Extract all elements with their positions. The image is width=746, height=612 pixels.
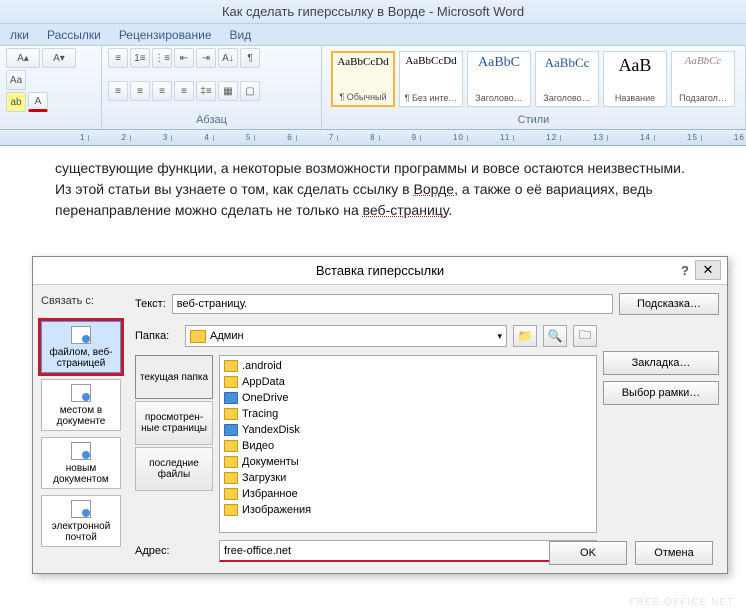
up-folder-icon[interactable]: 📁 (513, 325, 537, 347)
style-heading2[interactable]: AaBbCcЗаголово… (535, 51, 599, 107)
style-subtitle[interactable]: AaBbCcПодзагол… (671, 51, 735, 107)
borders-icon[interactable]: ▢ (240, 81, 260, 101)
folder-icon (224, 408, 238, 420)
yandex-icon (224, 424, 238, 436)
list-item[interactable]: Документы (222, 454, 594, 470)
help-icon[interactable]: ? (681, 263, 689, 278)
folder-icon (224, 504, 238, 516)
list-item[interactable]: .android (222, 358, 594, 374)
list-item[interactable]: Tracing (222, 406, 594, 422)
numbering-icon[interactable]: 1≡ (130, 48, 150, 68)
group-label-styles: Стили (328, 114, 739, 128)
folder-icon (190, 330, 206, 343)
address-input[interactable] (219, 540, 579, 562)
list-item[interactable]: Загрузки (222, 470, 594, 486)
text-label: Текст: (135, 298, 166, 310)
screentip-button[interactable]: Подсказка… (619, 293, 719, 315)
email-icon (71, 500, 91, 518)
list-item[interactable]: OneDrive (222, 390, 594, 406)
target-frame-button[interactable]: Выбор рамки… (603, 381, 719, 405)
list-item[interactable]: YandexDisk (222, 422, 594, 438)
change-case-icon[interactable]: Aa (6, 70, 26, 90)
cancel-button[interactable]: Отмена (635, 541, 713, 565)
folder-icon (224, 376, 238, 388)
ribbon-tab[interactable]: Рассылки (47, 28, 101, 42)
linkto-new-doc[interactable]: новым документом (41, 437, 121, 489)
style-normal[interactable]: AaBbCcDd¶ Обычный (331, 51, 395, 107)
folder-icon (224, 472, 238, 484)
address-label: Адрес: (135, 537, 213, 565)
indent-right-icon[interactable]: ⇥ (196, 48, 216, 68)
folder-icon (224, 488, 238, 500)
browse-recent-files[interactable]: последние файлы (135, 447, 213, 491)
browse-web-icon[interactable]: 🔍 (543, 325, 567, 347)
onedrive-icon (224, 392, 238, 404)
ribbon-tab[interactable]: Рецензирование (119, 28, 212, 42)
text-input[interactable] (172, 294, 613, 314)
bookmark-icon (71, 384, 91, 402)
ok-button[interactable]: OK (549, 541, 627, 565)
font-color-icon[interactable]: A (28, 92, 48, 112)
sort-icon[interactable]: A↓ (218, 48, 238, 68)
show-marks-icon[interactable]: ¶ (240, 48, 260, 68)
list-item[interactable]: Изображения (222, 502, 594, 518)
multilevel-icon[interactable]: ⋮≡ (152, 48, 172, 68)
ribbon-tabs: лки Рассылки Рецензирование Вид (0, 24, 746, 46)
style-nospacing[interactable]: AaBbCcDd¶ Без инте… (399, 51, 463, 107)
font-size-up-icon[interactable]: A▴ (6, 48, 40, 68)
linkto-label: Связать с: (41, 291, 129, 317)
window-title: Как сделать гиперссылку в Ворде - Micros… (0, 0, 746, 24)
file-list[interactable]: .android AppData OneDrive Tracing Yandex… (219, 355, 597, 533)
folder-icon (224, 456, 238, 468)
folder-icon (224, 440, 238, 452)
align-left-icon[interactable]: ≡ (108, 81, 128, 101)
dialog-titlebar[interactable]: Вставка гиперссылки ? ✕ (33, 257, 727, 285)
watermark: FREE-OFFICE.NET (630, 597, 734, 608)
ribbon: A▴ A▾ Aa ab A ≡ 1≡ ⋮≡ ⇤ ⇥ A↓ ¶ ≡ ≡ ≡ ≡ ‡… (0, 46, 746, 130)
folder-icon (224, 360, 238, 372)
bookmark-button[interactable]: Закладка… (603, 351, 719, 375)
justify-icon[interactable]: ≡ (174, 81, 194, 101)
ribbon-tab[interactable]: Вид (230, 28, 252, 42)
group-label-paragraph: Абзац (108, 114, 315, 128)
chevron-down-icon: ▾ (497, 331, 502, 342)
linkto-file-web[interactable]: файлом, веб-страницей (41, 321, 121, 373)
list-item[interactable]: Избранное (222, 486, 594, 502)
linkto-email[interactable]: электронной почтой (41, 495, 121, 547)
close-icon[interactable]: ✕ (695, 260, 721, 280)
ruler[interactable]: 1 2 3 4 5 6 7 8 9 10 11 12 13 14 15 16 (0, 130, 746, 146)
group-label (6, 114, 95, 128)
linkto-place-in-doc[interactable]: местом в документе (41, 379, 121, 431)
style-heading1[interactable]: AaBbCЗаголово… (467, 51, 531, 107)
styles-gallery: AaBbCcDd¶ Обычный AaBbCcDd¶ Без инте… Aa… (328, 48, 739, 110)
list-item[interactable]: AppData (222, 374, 594, 390)
file-web-icon (71, 326, 91, 344)
ribbon-tab[interactable]: лки (10, 28, 29, 42)
document-body[interactable]: существующие функции, а некоторые возмож… (0, 146, 746, 229)
highlight-icon[interactable]: ab (6, 92, 26, 112)
browse-current-folder[interactable]: текущая папка (135, 355, 213, 399)
dialog-title: Вставка гиперссылки (316, 263, 444, 278)
folder-select[interactable]: Админ ▾ (185, 325, 507, 347)
font-size-down-icon[interactable]: A▾ (42, 48, 76, 68)
bullets-icon[interactable]: ≡ (108, 48, 128, 68)
indent-left-icon[interactable]: ⇤ (174, 48, 194, 68)
list-item[interactable]: Видео (222, 438, 594, 454)
new-doc-icon (71, 442, 91, 460)
insert-hyperlink-dialog: Вставка гиперссылки ? ✕ Связать с: Текст… (32, 256, 728, 574)
browse-browsed-pages[interactable]: просмотрен-ные страницы (135, 401, 213, 445)
folder-label: Папка: (135, 330, 179, 342)
style-title[interactable]: АаВНазвание (603, 51, 667, 107)
align-center-icon[interactable]: ≡ (130, 81, 150, 101)
browse-file-icon[interactable]: 🗀 (573, 325, 597, 347)
align-right-icon[interactable]: ≡ (152, 81, 172, 101)
shading-icon[interactable]: ▦ (218, 81, 238, 101)
line-spacing-icon[interactable]: ‡≡ (196, 81, 216, 101)
